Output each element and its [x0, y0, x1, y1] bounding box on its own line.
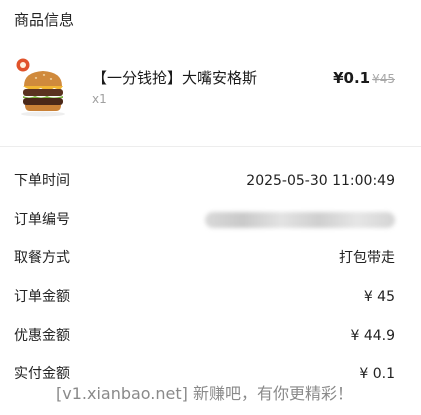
info-row-order-time: 下单时间 2025-05-30 11:00:49: [0, 169, 421, 193]
product-name: 【一分钱抢】大嘴安格斯: [92, 69, 258, 87]
burger-icon: [14, 56, 72, 118]
paid-amount-value: ¥ 0.1: [359, 366, 395, 382]
section-title-product-info: 商品信息: [14, 11, 75, 29]
price-original: ¥45: [372, 72, 395, 86]
order-amount-value: ¥ 45: [363, 289, 395, 305]
section-divider: [0, 146, 421, 147]
watermark-text: [v1.xianbao.net] 新赚吧，有你更精彩！: [52, 381, 357, 407]
order-time-value: 2025-05-30 11:00:49: [246, 173, 395, 189]
product-quantity: x1: [92, 92, 107, 106]
price-current: ¥0.1: [333, 69, 371, 87]
pickup-method-value: 打包带走: [339, 250, 395, 266]
discount-amount-value: ¥ 44.9: [350, 328, 395, 344]
order-time-label: 下单时间: [14, 173, 70, 189]
order-amount-label: 订单金额: [14, 289, 70, 305]
info-row-order-amount: 订单金额 ¥ 45: [0, 285, 421, 309]
order-number-label: 订单编号: [14, 212, 70, 228]
order-detail-page: 商品信息 【一分钱抢】大嘴安格斯 x1 ¥0.1 ¥45 下单时间 2025-0…: [0, 0, 421, 415]
order-number-redacted: [205, 212, 395, 228]
discount-amount-label: 优惠金额: [14, 328, 70, 344]
product-price: ¥0.1 ¥45: [333, 68, 395, 89]
info-row-discount-amount: 优惠金额 ¥ 44.9: [0, 324, 421, 348]
pickup-method-label: 取餐方式: [14, 250, 70, 266]
info-row-pickup-method: 取餐方式 打包带走: [0, 246, 421, 270]
info-row-order-number: 订单编号: [0, 208, 421, 232]
product-row[interactable]: 【一分钱抢】大嘴安格斯 x1 ¥0.1 ¥45: [0, 52, 421, 122]
